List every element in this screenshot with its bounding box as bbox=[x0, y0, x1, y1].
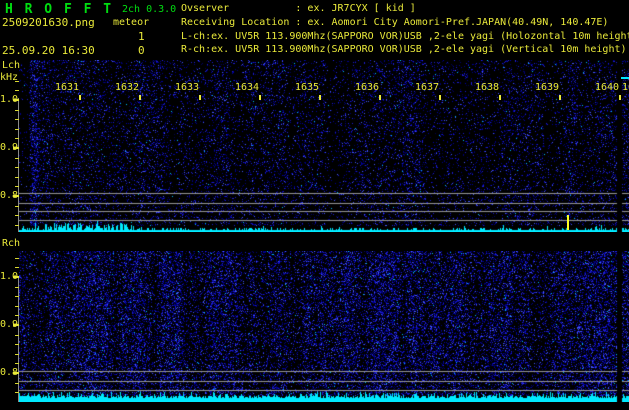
time-label: 1635 bbox=[295, 82, 320, 93]
freq-tick-label: 0.8 bbox=[0, 190, 19, 201]
freq-minor-tick bbox=[15, 306, 19, 307]
freq-minor-tick bbox=[15, 392, 19, 393]
time-label-partial: 16 bbox=[622, 82, 629, 93]
freq-major-tick bbox=[13, 276, 19, 278]
time-label: 1634 bbox=[235, 82, 260, 93]
output-filename: 2509201630.png bbox=[2, 16, 95, 29]
time-label: 1631 bbox=[55, 82, 80, 93]
freq-minor-tick bbox=[15, 129, 19, 130]
lch-receiver-info-line: L-ch:ex. UV5R 113.900Mhz(SAPPORO VOR)USB… bbox=[181, 31, 629, 42]
freq-minor-tick bbox=[15, 138, 19, 139]
freq-minor-tick bbox=[15, 344, 19, 345]
observer-info-line: Ovserver : ex. JR7CYX [ kid ] bbox=[181, 3, 416, 14]
time-tick bbox=[619, 95, 621, 100]
time-tick bbox=[199, 95, 201, 100]
time-tick bbox=[439, 95, 441, 100]
rch-receiver-info-line: R-ch:ex. UV5R 113.900Mhz(SAPPORO VOR)USB… bbox=[181, 44, 627, 55]
freq-minor-tick bbox=[15, 296, 19, 297]
freq-minor-tick bbox=[15, 110, 19, 111]
meteor-counter-label: meteor bbox=[113, 17, 150, 28]
app-version: 2ch 0.3.0 bbox=[122, 4, 177, 15]
freq-minor-tick bbox=[15, 186, 19, 187]
time-tick bbox=[139, 95, 141, 100]
meteor-long-echo-count: 1 bbox=[138, 30, 145, 43]
freq-minor-tick bbox=[15, 119, 19, 120]
freq-major-tick bbox=[13, 147, 19, 149]
trace-head-marker bbox=[621, 77, 629, 79]
freq-minor-tick bbox=[15, 267, 19, 268]
freq-minor-tick bbox=[15, 383, 19, 384]
time-label: 1636 bbox=[355, 82, 380, 93]
meteor-echo-marker bbox=[567, 215, 569, 230]
rch-spectrogram bbox=[19, 251, 629, 402]
freq-minor-tick bbox=[15, 354, 19, 355]
time-label: 1639 bbox=[535, 82, 560, 93]
time-label: 1640 bbox=[595, 82, 620, 93]
freq-minor-tick bbox=[15, 258, 19, 259]
freq-tick-label: 0.9 bbox=[0, 319, 19, 330]
freq-tick-label: 1.0 bbox=[0, 271, 19, 282]
freq-minor-tick bbox=[15, 167, 19, 168]
freq-minor-tick bbox=[15, 177, 19, 178]
time-tick bbox=[319, 95, 321, 100]
freq-major-tick bbox=[13, 372, 19, 374]
time-tick bbox=[559, 95, 561, 100]
freq-minor-tick bbox=[15, 81, 19, 82]
app-title: H R O F F T bbox=[5, 2, 114, 17]
freq-minor-tick bbox=[15, 287, 19, 288]
freq-minor-tick bbox=[15, 335, 19, 336]
lch-panel-label: Lch bbox=[2, 60, 21, 71]
meteor-echo-count: 0 bbox=[138, 44, 145, 57]
hrofft-window: H R O F F T 2ch 0.3.0 2509201630.png met… bbox=[0, 0, 629, 410]
location-info-line: Receiving Location : ex. Aomori City Aom… bbox=[181, 17, 609, 28]
freq-major-tick bbox=[13, 195, 19, 197]
freq-minor-tick bbox=[15, 215, 19, 216]
freq-minor-tick bbox=[15, 225, 19, 226]
time-tick bbox=[379, 95, 381, 100]
time-tick bbox=[259, 95, 261, 100]
time-tick bbox=[499, 95, 501, 100]
freq-minor-tick bbox=[15, 90, 19, 91]
rch-panel-label: Rch bbox=[2, 238, 21, 249]
freq-minor-tick bbox=[15, 158, 19, 159]
time-tick bbox=[79, 95, 81, 100]
freq-major-tick bbox=[13, 99, 19, 101]
freq-tick-label: 0.8 bbox=[0, 367, 19, 378]
time-label: 1632 bbox=[115, 82, 140, 93]
freq-minor-tick bbox=[15, 315, 19, 316]
time-label: 1637 bbox=[415, 82, 440, 93]
time-label: 1638 bbox=[475, 82, 500, 93]
freq-tick-label: 0.9 bbox=[0, 142, 19, 153]
freq-minor-tick bbox=[15, 363, 19, 364]
freq-major-tick bbox=[13, 324, 19, 326]
freq-minor-tick bbox=[15, 206, 19, 207]
freq-tick-label: 1.0 bbox=[0, 94, 19, 105]
time-label: 1633 bbox=[175, 82, 200, 93]
datetime-stamp: 25.09.20 16:30 bbox=[2, 44, 95, 57]
